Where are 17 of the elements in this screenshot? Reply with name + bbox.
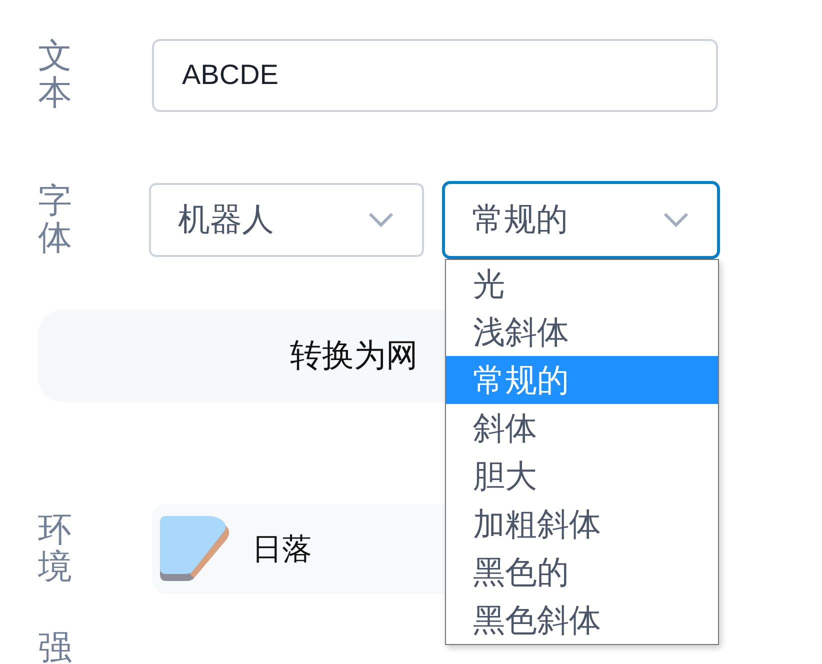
field-label: 环境 — [38, 512, 72, 586]
chevron-down-icon — [663, 212, 689, 228]
select-dropdown[interactable]: 机器人 — [149, 183, 424, 257]
text-input-field[interactable]: ABCDE — [152, 38, 718, 112]
environment-thumbnail-icon — [160, 516, 232, 582]
field-label: 文本 — [38, 38, 72, 112]
dropdown-option[interactable]: 浅斜体 — [446, 308, 718, 356]
dropdown-option[interactable]: 光 — [446, 260, 718, 308]
field-label: 字体 — [38, 182, 72, 258]
select-dropdown[interactable]: 常规的 — [442, 181, 720, 259]
dropdown-option[interactable]: 斜体 — [446, 404, 718, 452]
dropdown-option[interactable]: 黑色的 — [446, 548, 718, 596]
dropdown-option[interactable]: 黑色斜体 — [446, 596, 718, 644]
field-label: 强 — [38, 630, 72, 664]
dropdown-option[interactable]: 胆大 — [446, 452, 718, 500]
chevron-down-icon — [368, 212, 394, 228]
environment-name: 日落 — [252, 530, 312, 568]
